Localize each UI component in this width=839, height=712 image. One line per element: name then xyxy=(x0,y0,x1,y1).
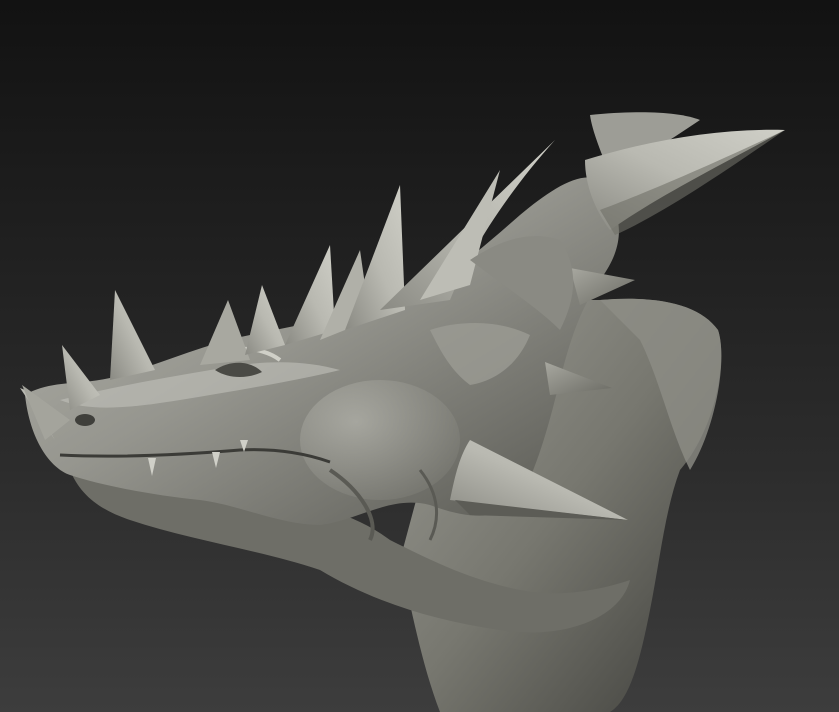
sculpt-viewport[interactable] xyxy=(0,0,839,712)
rear-horns xyxy=(585,112,785,235)
dragon-head-sculpt xyxy=(20,112,785,712)
nostril xyxy=(75,414,95,426)
